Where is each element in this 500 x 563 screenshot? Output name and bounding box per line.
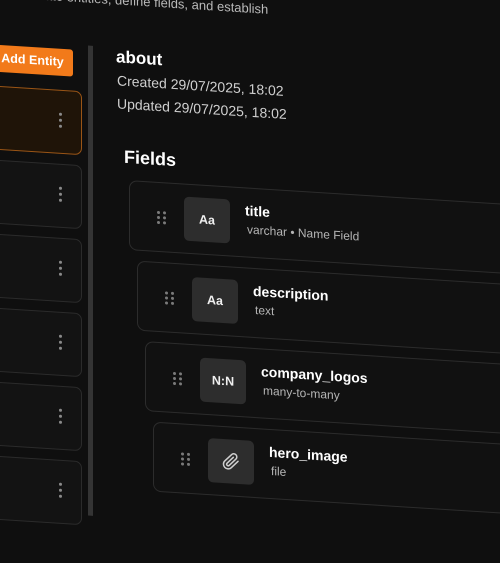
entity-list bbox=[0, 84, 82, 535]
more-options-icon[interactable] bbox=[59, 334, 62, 350]
field-row[interactable]: N:N company_logos many-to-many bbox=[145, 341, 500, 436]
field-type: many-to-many bbox=[263, 383, 340, 403]
entity-list-item[interactable] bbox=[0, 84, 82, 156]
field-name: description bbox=[253, 282, 329, 304]
text-type-icon: Aa bbox=[192, 277, 238, 324]
drag-handle-icon[interactable] bbox=[181, 452, 190, 466]
drag-handle-icon[interactable] bbox=[165, 291, 174, 305]
text-type-icon: Aa bbox=[184, 196, 230, 244]
field-name: hero_image bbox=[269, 443, 348, 465]
field-type: varchar • Name Field bbox=[247, 222, 360, 244]
field-row[interactable]: Aa title varchar • Name Field bbox=[129, 180, 500, 276]
panel-resize-handle[interactable] bbox=[88, 45, 93, 516]
more-options-icon[interactable] bbox=[59, 482, 62, 498]
add-entity-button[interactable]: Add Entity bbox=[0, 44, 73, 77]
field-name: title bbox=[245, 202, 270, 220]
relation-type-icon: N:N bbox=[200, 357, 246, 405]
app-screen: ure. Create entities, define fields, and… bbox=[0, 0, 500, 531]
field-type: file bbox=[271, 464, 287, 480]
more-options-icon[interactable] bbox=[59, 260, 62, 276]
field-row[interactable]: Aa description text bbox=[137, 260, 500, 356]
entity-list-item[interactable] bbox=[0, 306, 82, 378]
page-subtitle: ure. Create entities, define fields, and… bbox=[0, 0, 269, 17]
created-timestamp: Created 29/07/2025, 18:02 bbox=[117, 72, 284, 99]
more-options-icon[interactable] bbox=[59, 112, 62, 128]
entity-list-item[interactable] bbox=[0, 232, 82, 304]
field-row[interactable]: hero_image file bbox=[153, 421, 500, 516]
entity-list-item[interactable] bbox=[0, 380, 82, 452]
paperclip-icon bbox=[208, 438, 254, 485]
drag-handle-icon[interactable] bbox=[173, 371, 182, 386]
field-type: text bbox=[255, 303, 275, 319]
more-options-icon[interactable] bbox=[59, 186, 62, 202]
entity-list-item[interactable] bbox=[0, 454, 82, 526]
field-name: company_logos bbox=[261, 363, 368, 387]
more-options-icon[interactable] bbox=[59, 408, 62, 424]
entity-list-item[interactable] bbox=[0, 158, 82, 230]
fields-heading: Fields bbox=[124, 146, 177, 171]
drag-handle-icon[interactable] bbox=[157, 210, 166, 225]
updated-timestamp: Updated 29/07/2025, 18:02 bbox=[117, 95, 287, 123]
entity-title: about bbox=[116, 47, 163, 70]
field-list: Aa title varchar • Name Field Aa descrip… bbox=[129, 180, 500, 525]
